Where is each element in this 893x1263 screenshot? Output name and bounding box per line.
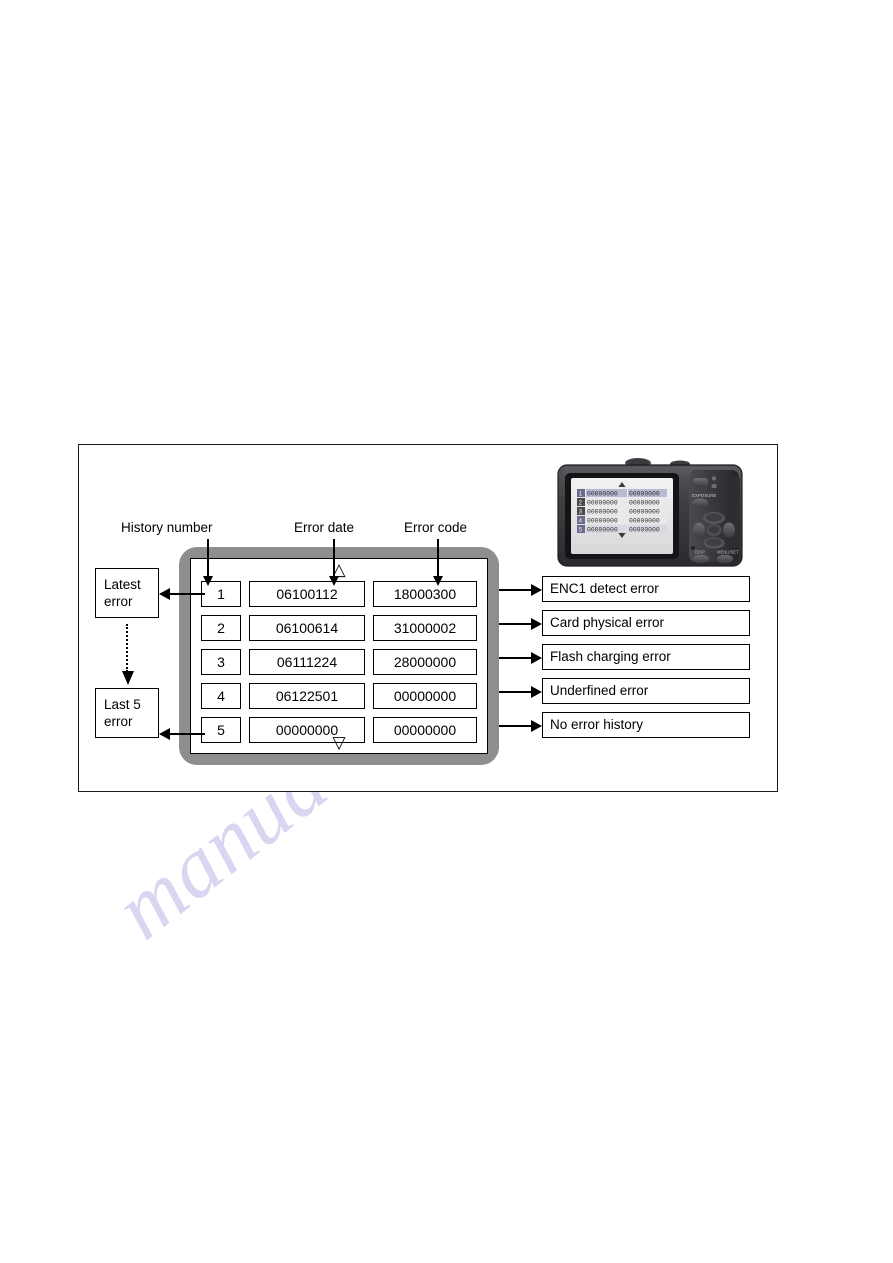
error-date-cell: 00000000 [249, 717, 365, 743]
camera-illustration: 00000000 00000000 00000000 00000000 000000… [557, 458, 743, 567]
exposure-label: EXPOSURE [692, 493, 716, 498]
svg-text:00000000: 00000000 [587, 527, 618, 534]
caption-error-code: Error code [404, 520, 468, 535]
svg-text:00000000: 00000000 [587, 491, 618, 498]
caption-error-date: Error date [294, 520, 355, 535]
connector-last5-error [169, 733, 205, 735]
svg-text:00000000: 00000000 [629, 509, 660, 516]
error-description-box: Card physical error [542, 610, 750, 636]
exposure-button [692, 498, 708, 508]
error-date-cell: 06100112 [249, 581, 365, 607]
error-description-box: Underfined error [542, 678, 750, 704]
svg-text:00000000: 00000000 [587, 509, 618, 516]
error-date-cell: 06100614 [249, 615, 365, 641]
error-description-box: ENC1 detect error [542, 576, 750, 602]
connector-error-description [499, 725, 531, 727]
connector-error-description [499, 589, 531, 591]
arrow-to-code-column [437, 539, 439, 577]
table-row: 4 06122501 00000000 [191, 683, 487, 717]
error-description-box: Flash charging error [542, 644, 750, 670]
camera-screen: △ ▽ 1 06100112 18000300 2 06100614 31000002 3 0… [190, 558, 488, 754]
menu-label: MENU/SET [717, 550, 739, 555]
table-row: 2 06100614 31000002 [191, 615, 487, 649]
svg-text:00000000: 00000000 [629, 500, 660, 507]
triangle-down-icon: ▽ [332, 733, 346, 752]
connector-error-description [499, 657, 531, 659]
svg-text:00000000: 00000000 [587, 500, 618, 507]
history-number-cell: 2 [201, 615, 241, 641]
history-number-cell: 5 [201, 717, 241, 743]
error-date-cell: 06111224 [249, 649, 365, 675]
disp-label: DISP. [695, 550, 705, 555]
connector-error-description [499, 691, 531, 693]
history-number-cell: 4 [201, 683, 241, 709]
error-date-cell: 06122501 [249, 683, 365, 709]
last5-error-line2: error [104, 714, 133, 729]
latest-error-box: Latest error [95, 568, 159, 618]
error-history-table: 1 06100112 18000300 2 06100614 31000002 3 06111… [191, 581, 487, 751]
camera-screen-bezel: △ ▽ 1 06100112 18000300 2 06100614 31000002 3 0… [179, 547, 499, 765]
svg-text:00000000: 00000000 [629, 527, 660, 534]
display-toggle-switch [693, 478, 708, 487]
connector-latest-error [169, 593, 205, 595]
svg-text:5: 5 [579, 527, 583, 534]
error-code-cell: 18000300 [373, 581, 477, 607]
error-description-box: No error history [542, 712, 750, 738]
lcd-mini-table: 00000000 00000000 00000000 00000000 000000… [577, 482, 667, 538]
arrow-to-date-column [333, 539, 335, 577]
svg-text:2: 2 [579, 500, 583, 507]
last5-error-box: Last 5 error [95, 688, 159, 738]
svg-text:1: 1 [579, 491, 583, 498]
svg-text:00000000: 00000000 [629, 491, 660, 498]
history-number-cell: 3 [201, 649, 241, 675]
error-code-cell: 31000002 [373, 615, 477, 641]
last5-error-line1: Last 5 [104, 697, 141, 712]
error-code-cell: 00000000 [373, 717, 477, 743]
disp-button [693, 554, 709, 564]
svg-text:00000000: 00000000 [587, 518, 618, 525]
error-code-cell: 00000000 [373, 683, 477, 709]
dotted-order-arrow [121, 624, 134, 685]
latest-error-line1: Latest [104, 577, 141, 592]
svg-text:00000000: 00000000 [629, 518, 660, 525]
svg-text:4: 4 [579, 518, 583, 525]
connector-error-description [499, 623, 531, 625]
latest-error-line2: error [104, 594, 133, 609]
left-button [693, 522, 705, 538]
arrow-to-history-column [207, 539, 209, 577]
table-row: 3 06111224 28000000 [191, 649, 487, 683]
figure-frame: History number Error date Error code Lat… [78, 444, 778, 792]
menu-set-button [717, 554, 733, 564]
error-code-cell: 28000000 [373, 649, 477, 675]
caption-history-number: History number [121, 520, 213, 535]
right-button [723, 522, 735, 538]
table-row: 1 06100112 18000300 [191, 581, 487, 615]
